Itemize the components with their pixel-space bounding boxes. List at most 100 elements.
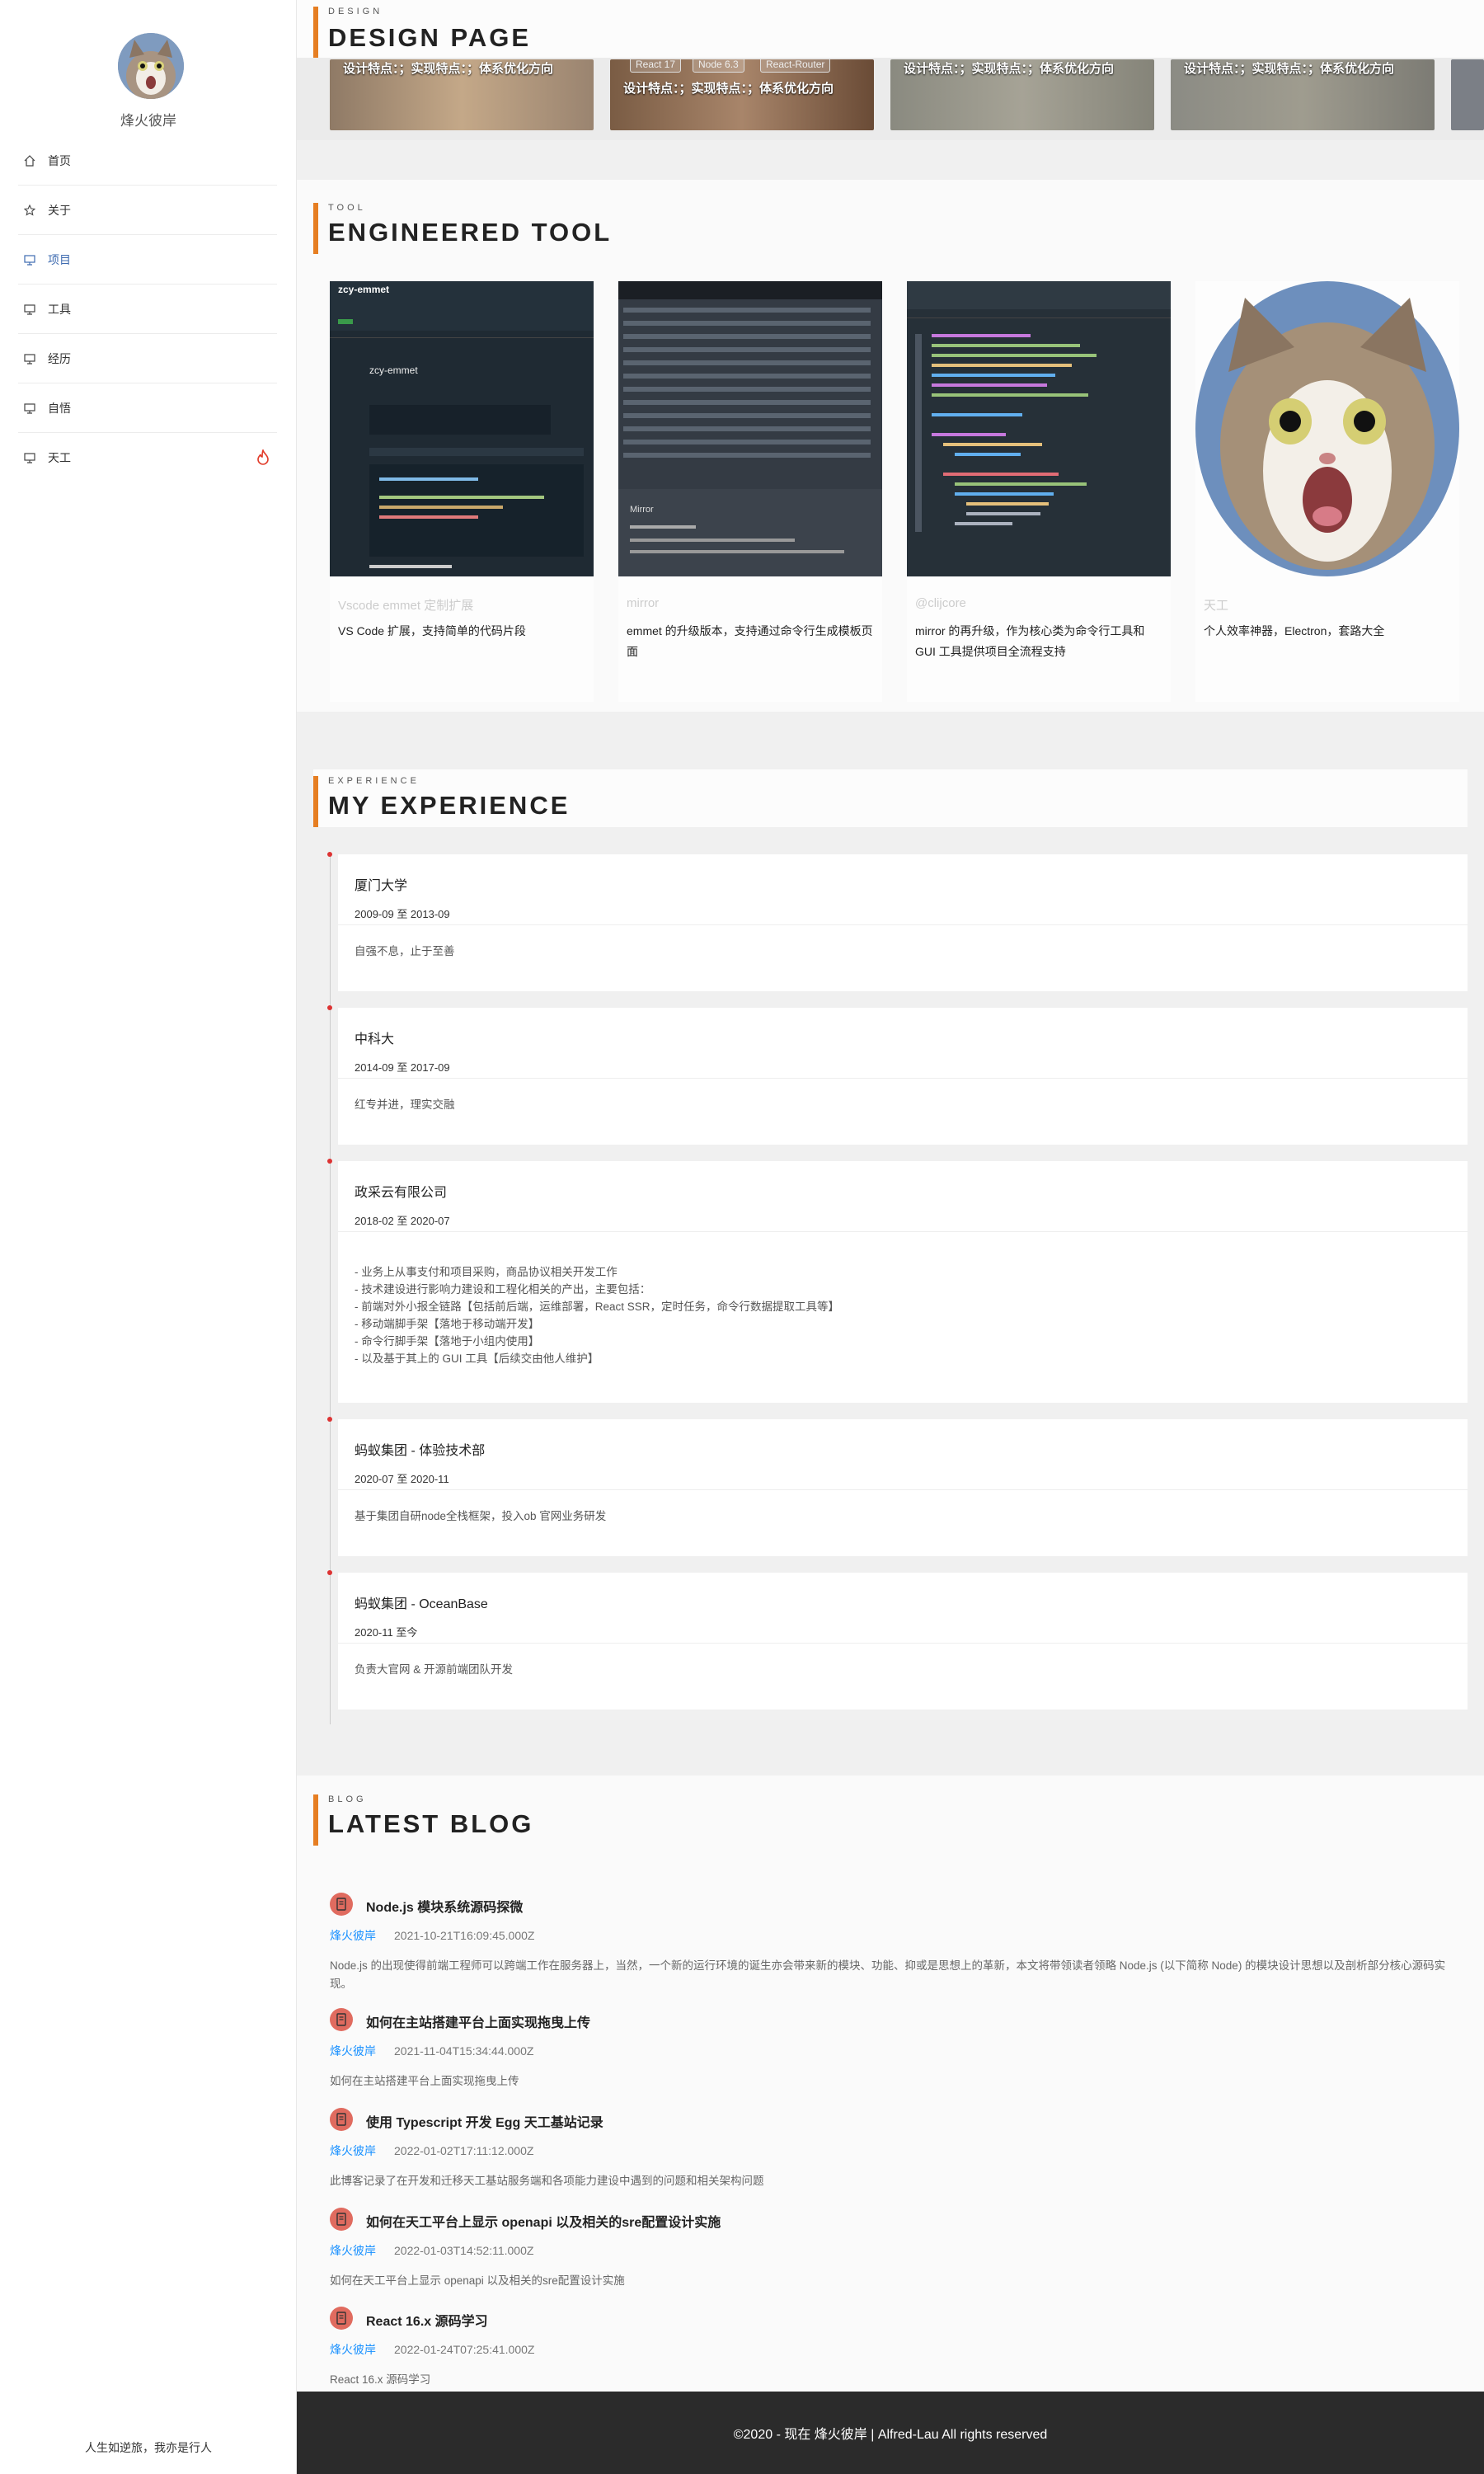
design-card[interactable] <box>1451 59 1484 130</box>
experience-body: 负责大官网 & 开源前端团队开发 <box>355 1663 514 1676</box>
design-card-text: 设计特点：；实现特点：；体系优化方向 <box>343 62 554 76</box>
sidebar-item-home[interactable]: 首页 <box>18 136 277 186</box>
blog-post-summary: Node.js 的出现使得前端工程师可以跨端工作在服务器上，当然，一个新的运行环… <box>330 1959 1446 1990</box>
sidebar-item-projects[interactable]: 项目 <box>18 235 277 285</box>
experience-date: 2014-09 至 2017-09 <box>355 1061 450 1074</box>
experience-card: 中科大 2014-09 至 2017-09 红专并进，理实交融 <box>327 1005 1468 1145</box>
blog-section: BLOG LATEST BLOG Node.js 模块系统源码探微 烽火彼岸 20… <box>297 1776 1484 2392</box>
timeline-dot <box>327 1570 332 1575</box>
blog-post-author[interactable]: 烽火彼岸 <box>330 2144 376 2157</box>
experience-date: 2020-07 至 2020-11 <box>355 1473 449 1485</box>
blog-post-date: 2022-01-03T14:52:11.000Z <box>394 2244 534 2257</box>
timeline-line <box>330 854 331 1724</box>
section-title: LATEST BLOG <box>328 1809 534 1838</box>
document-icon <box>330 2008 353 2031</box>
sidebar: 烽火彼岸 首页 关于 项目 工具 经历 自悟 天工 人生如逆旅，我亦是行人 <box>0 0 297 2474</box>
tool-description: 个人效率神器，Electron，套路大全 <box>1204 624 1385 637</box>
blog-post[interactable]: 如何在天工平台上显示 openapi 以及相关的sre配置设计实施 烽火彼岸 20… <box>330 2208 1468 2290</box>
blog-post-title[interactable]: 使用 Typescript 开发 Egg 天工基站记录 <box>366 2111 603 2131</box>
blog-post-date: 2022-01-24T07:25:41.000Z <box>394 2343 535 2356</box>
tech-tag: React-Router <box>760 59 831 73</box>
blog-post-meta: 烽火彼岸 2022-01-03T14:52:11.000Z <box>330 2242 533 2259</box>
experience-title: 中科大 <box>355 1032 395 1047</box>
design-card[interactable]: 设计特点：；实现特点：；体系优化方向 <box>890 59 1154 130</box>
experience-title: 蚂蚁集团 - OceanBase <box>355 1597 488 1611</box>
section-kicker: EXPERIENCE <box>328 776 420 786</box>
sidebar-item-about[interactable]: 关于 <box>18 186 277 235</box>
blog-post-title[interactable]: React 16.x 源码学习 <box>366 2310 488 2330</box>
blog-post-author[interactable]: 烽火彼岸 <box>330 2343 376 2356</box>
sidebar-item-reflection[interactable]: 自悟 <box>18 383 277 433</box>
monitor-icon <box>21 253 38 266</box>
sidebar-item-experience[interactable]: 经历 <box>18 334 277 383</box>
tool-card[interactable]: 天工 个人效率神器，Electron，套路大全 <box>1195 281 1459 702</box>
experience-body: 基于集团自研node全栈框架，投入ob 官网业务研发 <box>355 1510 607 1522</box>
svg-text:zcy-emmet: zcy-emmet <box>369 365 418 376</box>
design-card[interactable]: 设计特点：；实现特点：；体系优化方向 <box>1171 59 1435 130</box>
monitor-icon <box>21 402 38 415</box>
sidebar-item-label: 关于 <box>48 203 71 217</box>
blog-post-title[interactable]: Node.js 模块系统源码探微 <box>366 1896 523 1916</box>
sidebar-item-tiangong[interactable]: 天工 <box>18 433 277 482</box>
blog-post[interactable]: 使用 Typescript 开发 Egg 天工基站记录 烽火彼岸 2022-01-… <box>330 2108 1468 2190</box>
tool-card[interactable]: zcy-emmet zcy-emmet Vscode emmet 定制扩展 VS… <box>330 281 594 702</box>
blog-post[interactable]: Node.js 模块系统源码探微 烽火彼岸 2021-10-21T16:09:45… <box>330 1893 1468 1990</box>
monitor-icon <box>21 451 38 464</box>
fire-icon <box>256 448 270 468</box>
document-icon <box>330 1893 353 1916</box>
blog-post-title[interactable]: 如何在主站搭建平台上面实现拖曳上传 <box>366 2011 590 2031</box>
blog-post[interactable]: React 16.x 源码学习 烽火彼岸 2022-01-24T07:25:41.… <box>330 2307 1468 2389</box>
tool-section: TOOL ENGINEERED TOOL zcy-emmet zcy-emmet <box>297 180 1484 712</box>
experience-body: 红专并进，理实交融 <box>355 1098 455 1111</box>
tool-card[interactable]: Mirror mirror emmet 的升级版本，支持通过命令行生成模板页面 <box>618 281 882 702</box>
sidebar-item-label: 项目 <box>48 252 71 266</box>
sidebar-nav: 首页 关于 项目 工具 经历 自悟 天工 <box>18 136 277 482</box>
author-name: 烽火彼岸 <box>120 113 176 129</box>
tool-name: @clijcore <box>915 596 966 610</box>
design-section: DESIGN DESIGN PAGE 设计特点：；实现特点：；体系优化方向 Re… <box>297 0 1484 140</box>
experience-title: 蚂蚁集团 - 体验技术部 <box>355 1444 486 1458</box>
experience-card: 蚂蚁集团 - OceanBase 2020-11 至今 负责大官网 & 开源前端… <box>327 1570 1468 1710</box>
tool-name: 天工 <box>1204 599 1229 613</box>
document-icon <box>330 2208 353 2231</box>
design-card[interactable]: 设计特点：；实现特点：；体系优化方向 <box>330 59 594 130</box>
tool-description: VS Code 扩展，支持简单的代码片段 <box>338 624 526 637</box>
avatar[interactable] <box>118 33 184 99</box>
blog-post-author[interactable]: 烽火彼岸 <box>330 1929 376 1942</box>
section-heading: DESIGN DESIGN PAGE <box>313 7 531 58</box>
tool-screenshot: Mirror <box>618 281 882 576</box>
sidebar-item-label: 天工 <box>48 451 71 464</box>
timeline-dot <box>327 1005 332 1010</box>
section-title: ENGINEERED TOOL <box>328 218 613 247</box>
tool-screenshot <box>1195 281 1459 576</box>
footer: ©2020 - 现在 烽火彼岸 | Alfred-Lau All rights … <box>297 2392 1484 2474</box>
design-card-text: 设计特点：；实现特点：；体系优化方向 <box>1184 62 1395 76</box>
design-card[interactable]: React 17 Node 6.3 React-Router 设计特点：；实现特… <box>610 59 874 130</box>
experience-card: 政采云有限公司 2018-02 至 2020-07 - 业务上从事支付和项目采购… <box>327 1159 1468 1403</box>
experience-body: 自强不息，止于至善 <box>355 945 455 957</box>
design-card-text: 设计特点：；实现特点：；体系优化方向 <box>623 82 834 96</box>
section-kicker: DESIGN <box>328 7 383 16</box>
home-icon <box>21 154 38 167</box>
copyright-text: ©2020 - 现在 烽火彼岸 | Alfred-Lau All rights … <box>733 2428 1048 2442</box>
blog-post[interactable]: 如何在主站搭建平台上面实现拖曳上传 烽火彼岸 2021-11-04T15:34:4… <box>330 2008 1468 2091</box>
document-icon <box>330 2108 353 2131</box>
blog-post-summary: 如何在天工平台上显示 openapi 以及相关的sre配置设计实施 <box>330 2274 625 2287</box>
experience-card: 蚂蚁集团 - 体验技术部 2020-07 至 2020-11 基于集团自研nod… <box>327 1417 1468 1556</box>
blog-post-meta: 烽火彼岸 2021-10-21T16:09:45.000Z <box>330 1927 534 1944</box>
experience-title: 政采云有限公司 <box>355 1186 448 1200</box>
screenshot-title: Mirror <box>630 505 654 515</box>
blog-post-title[interactable]: 如何在天工平台上显示 openapi 以及相关的sre配置设计实施 <box>366 2211 721 2231</box>
blog-post-date: 2021-11-04T15:34:44.000Z <box>394 2044 534 2058</box>
blog-post-author[interactable]: 烽火彼岸 <box>330 2044 376 2058</box>
sidebar-item-label: 首页 <box>48 153 71 167</box>
experience-body: - 业务上从事支付和项目采购，商品协议相关开发工作 - 技术建设进行影响力建设和… <box>355 1266 840 1365</box>
tool-card[interactable]: @clijcore mirror 的再升级，作为核心类为命令行工具和 GUI 工… <box>907 281 1171 702</box>
sidebar-item-tools[interactable]: 工具 <box>18 285 277 334</box>
experience-date: 2018-02 至 2020-07 <box>355 1215 450 1227</box>
monitor-icon <box>21 352 38 365</box>
blog-post-author[interactable]: 烽火彼岸 <box>330 2244 376 2257</box>
experience-date: 2020-11 至今 <box>355 1626 418 1639</box>
divider <box>338 1489 1468 1490</box>
star-icon <box>21 204 38 217</box>
